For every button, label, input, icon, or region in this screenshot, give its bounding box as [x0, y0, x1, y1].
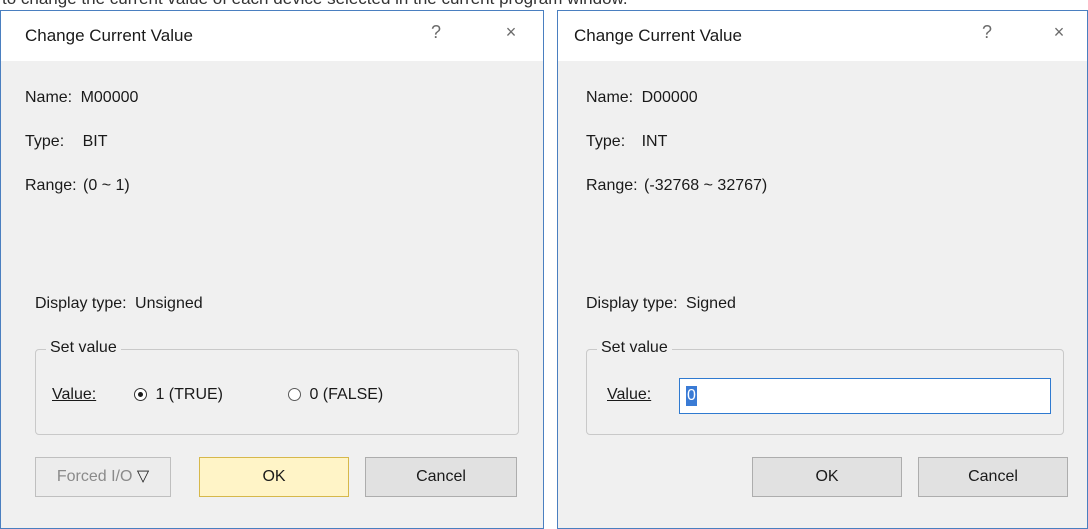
forced-io-label: Forced I/O: [56, 468, 133, 485]
radio-false[interactable]: 0 (FALSE): [288, 386, 383, 404]
value-label: Value:: [52, 386, 97, 403]
help-icon[interactable]: ?: [972, 19, 1002, 45]
radio-true-label[interactable]: 1 (TRUE): [155, 386, 223, 403]
forced-io-button[interactable]: Forced I/O ▽: [35, 457, 171, 497]
range-row: Range: (-32768 ~ 32767): [586, 177, 767, 195]
set-value-group: Set value Value: 0: [586, 339, 1064, 435]
radio-false-label[interactable]: 0 (FALSE): [309, 386, 383, 403]
display-type-row: Display type: Unsigned: [35, 295, 203, 313]
display-type-value: Unsigned: [135, 295, 203, 312]
change-value-dialog-bit: Change Current Value ? × Name: M00000 Ty…: [0, 10, 544, 529]
type-label: Type:: [25, 133, 65, 150]
set-value-legend: Set value: [597, 339, 672, 357]
type-row: Type: BIT: [25, 133, 107, 151]
display-type-value: Signed: [686, 295, 736, 312]
radio-true-button[interactable]: [134, 388, 147, 401]
name-value: M00000: [80, 89, 139, 106]
change-value-dialog-int: Change Current Value ? × Name: D00000 Ty…: [557, 10, 1088, 529]
name-label: Name:: [586, 89, 634, 106]
type-row: Type: INT: [586, 133, 667, 151]
set-value-group: Set value Value: 1 (TRUE) 0 (FALSE): [35, 339, 519, 435]
radio-false-button[interactable]: [288, 388, 301, 401]
close-icon[interactable]: ×: [496, 19, 526, 45]
range-row: Range: (0 ~ 1): [25, 177, 130, 195]
value-input-text[interactable]: 0: [686, 386, 697, 406]
dialog-title: Change Current Value: [25, 26, 193, 45]
cancel-button[interactable]: Cancel: [365, 457, 517, 497]
ok-button[interactable]: OK: [199, 457, 349, 497]
dropdown-triangle-icon: ▽: [136, 468, 150, 485]
dialog-gap: [544, 10, 557, 529]
dialog-title: Change Current Value: [574, 26, 742, 45]
radio-true[interactable]: 1 (TRUE): [134, 386, 223, 404]
value-input[interactable]: 0: [679, 378, 1051, 414]
display-type-label: Display type:: [35, 295, 127, 312]
range-value: (-32768 ~ 32767): [644, 177, 768, 194]
name-value: D00000: [641, 89, 698, 106]
background-text: to change the current value of each devi…: [2, 0, 628, 9]
help-icon[interactable]: ?: [421, 19, 451, 45]
name-row: Name: M00000: [25, 89, 138, 107]
range-value: (0 ~ 1): [83, 177, 130, 194]
range-label: Range:: [25, 177, 77, 194]
cancel-button[interactable]: Cancel: [918, 457, 1068, 497]
display-type-label: Display type:: [586, 295, 678, 312]
title-bar: Change Current Value ? ×: [1, 11, 543, 61]
background-text-strip: to change the current value of each devi…: [0, 0, 1088, 10]
title-bar: Change Current Value ? ×: [558, 11, 1087, 61]
type-value: INT: [641, 133, 668, 150]
range-label: Range:: [586, 177, 638, 194]
type-label: Type:: [586, 133, 626, 150]
name-label: Name:: [25, 89, 73, 106]
type-value: BIT: [82, 133, 108, 150]
value-row: Value:: [607, 386, 651, 404]
value-row: Value:: [52, 386, 96, 404]
ok-button[interactable]: OK: [752, 457, 902, 497]
set-value-legend: Set value: [46, 339, 121, 357]
value-label: Value:: [607, 386, 652, 403]
name-row: Name: D00000: [586, 89, 698, 107]
close-icon[interactable]: ×: [1044, 19, 1074, 45]
display-type-row: Display type: Signed: [586, 295, 736, 313]
